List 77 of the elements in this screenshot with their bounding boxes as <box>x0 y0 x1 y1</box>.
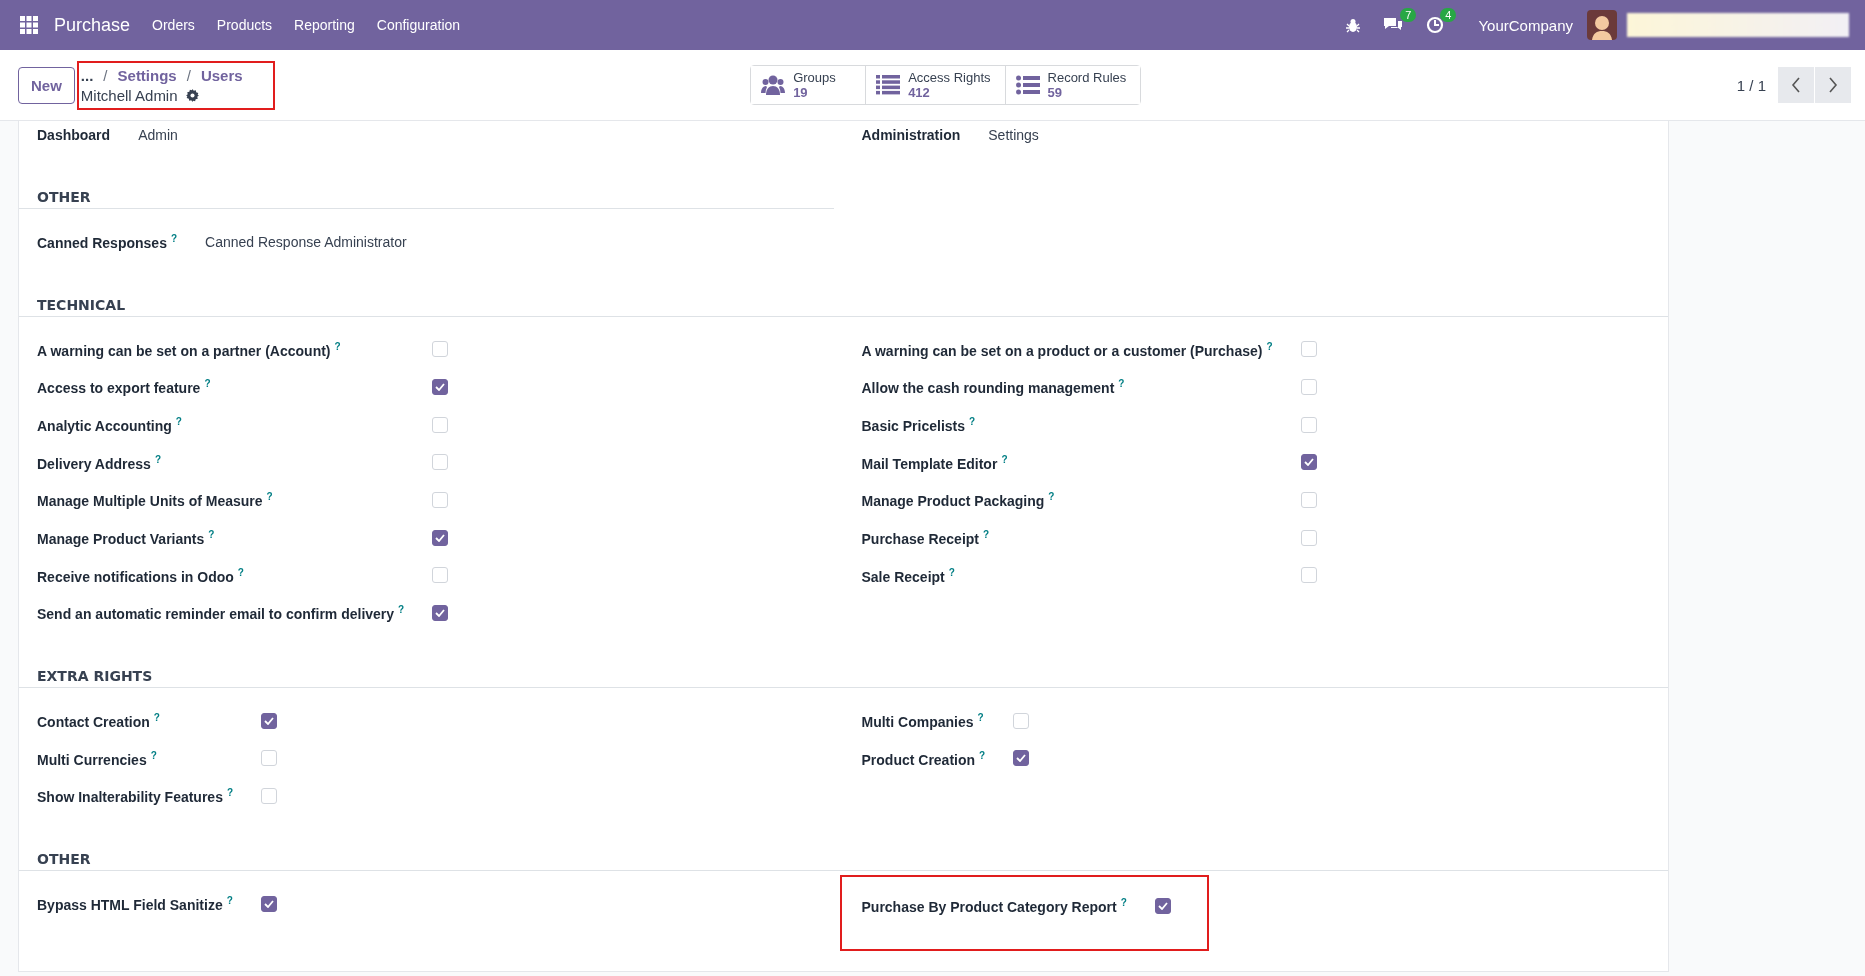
field-label: Basic Pricelists $^{?}$ <box>861 414 977 436</box>
field-label: Send an automatic reminder email to confirm delivery $^{?}$ <box>37 603 406 624</box>
check-icon <box>264 716 275 725</box>
settings-icon[interactable] <box>185 88 199 102</box>
field-label: Purchase By Product Category Report $^{?}$ <box>861 895 1127 917</box>
field-label: Delivery Address $^{?}$ <box>37 452 162 474</box>
field-label: Manage Product Packaging $^{?}$ <box>861 490 1056 511</box>
section-heading: TECHNICAL <box>19 296 1668 317</box>
checkbox[interactable] <box>432 379 449 396</box>
field-label: Canned Responses $^{?}$ <box>37 232 179 253</box>
breadcrumb-separator: / <box>103 66 108 84</box>
check-icon <box>435 533 446 542</box>
field-value[interactable]: Admin <box>138 127 178 143</box>
field-label: Contact Creation $^{?}$ <box>37 710 161 732</box>
field-label: Receive notifications in Odoo $^{?}$ <box>37 565 245 587</box>
field-label: Access to export feature $^{?}$ <box>37 377 212 398</box>
check-icon <box>1157 901 1168 910</box>
check-icon <box>435 383 446 392</box>
field-label: Mail Template Editor $^{?}$ <box>861 452 1009 474</box>
clock-icon[interactable] <box>1426 16 1445 34</box>
field-label: Show Inalterability Features $^{?}$ <box>37 786 235 807</box>
field-label: Sale Receipt $^{?}$ <box>861 565 956 587</box>
checkbox[interactable] <box>260 895 277 912</box>
chevron-left-icon <box>1791 77 1801 93</box>
menu-item[interactable]: Orders <box>152 17 195 33</box>
next-button[interactable] <box>1815 67 1851 103</box>
field-label: Manage Multiple Units of Measure $^{?}$ <box>37 490 274 511</box>
check-icon <box>263 899 274 908</box>
previous-button[interactable] <box>1778 67 1814 103</box>
field-value[interactable]: Settings <box>988 127 1039 143</box>
record-title: Mitchell Admin <box>80 86 178 104</box>
checkbox[interactable] <box>432 529 449 546</box>
breadcrumb-ellipsis[interactable]: ... <box>80 66 94 84</box>
company-name[interactable]: YourCompany <box>1478 16 1573 34</box>
users-icon <box>761 74 786 96</box>
field-label: Administration <box>861 126 962 145</box>
new-button[interactable]: New <box>18 66 75 104</box>
field-label: A warning can be set on a partner (Account) $^{?}$ <box>37 339 342 361</box>
field-label: Dashboard <box>37 126 112 145</box>
bullet-list-icon <box>1015 75 1040 95</box>
field-label: A warning can be set on a product or a customer (Purchase) $^{?}$ <box>861 339 1274 361</box>
checkbox[interactable] <box>1013 750 1030 767</box>
notification-badge: 4 <box>1440 8 1457 22</box>
checkbox[interactable] <box>1300 454 1317 471</box>
breadcrumb-separator: / <box>186 66 191 84</box>
menu-item[interactable]: Reporting <box>294 17 355 33</box>
check-icon <box>435 609 446 618</box>
field-label: Analytic Accounting $^{?}$ <box>37 414 183 436</box>
field-value[interactable]: Canned Response Administrator <box>205 233 407 250</box>
list-icon <box>876 75 901 95</box>
field-label: Purchase Receipt $^{?}$ <box>861 527 991 549</box>
section-heading: EXTRA RIGHTS <box>19 667 1668 688</box>
bug-icon[interactable] <box>1346 17 1361 33</box>
checkbox[interactable] <box>261 712 278 729</box>
section-heading: OTHER <box>19 189 834 209</box>
field-label: Manage Product Variants $^{?}$ <box>37 527 216 549</box>
notification-badge: 7 <box>1400 8 1417 22</box>
field-label: Bypass HTML Field Sanitize $^{?}$ <box>37 893 234 915</box>
checkbox[interactable] <box>1154 897 1171 914</box>
section-heading: OTHER <box>19 850 1668 871</box>
chevron-right-icon <box>1828 77 1838 93</box>
app-name[interactable]: Purchase <box>54 14 131 36</box>
field-label: Multi Companies $^{?}$ <box>861 710 985 732</box>
field-label: Multi Currencies $^{?}$ <box>37 748 158 770</box>
checkbox[interactable] <box>432 605 449 622</box>
menu-item[interactable]: Configuration <box>376 17 461 33</box>
menu-item[interactable]: Products <box>216 17 273 33</box>
pager-counter: 1 / 1 <box>1736 76 1766 94</box>
smart-button[interactable]: Groups 19 <box>751 66 867 104</box>
check-icon <box>1016 754 1027 763</box>
breadcrumb-link[interactable]: Users <box>200 66 243 84</box>
breadcrumb-link[interactable]: Settings <box>117 66 177 84</box>
apps-grid-icon[interactable] <box>20 16 38 34</box>
check-icon <box>1303 458 1314 467</box>
avatar[interactable] <box>1587 10 1617 40</box>
field-label: Allow the cash rounding management $^{?}$ <box>861 377 1126 398</box>
field-label: Product Creation $^{?}$ <box>861 748 987 770</box>
